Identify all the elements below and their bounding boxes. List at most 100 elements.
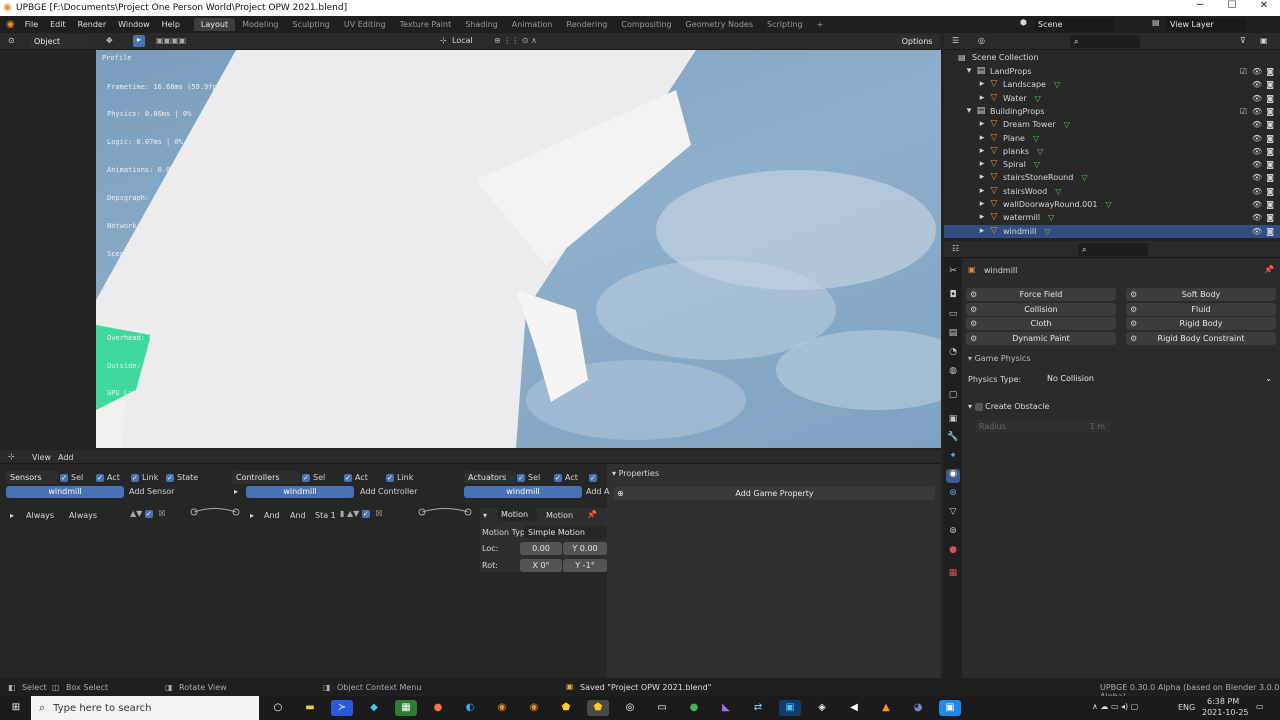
app-icon[interactable]: ◆ bbox=[363, 700, 385, 716]
physics-fluid-button[interactable]: ⚙ Fluid bbox=[1126, 302, 1276, 316]
editor-type-icon[interactable]: ⊙ bbox=[8, 36, 15, 45]
sensor-link-wire[interactable] bbox=[190, 505, 240, 519]
create-obstacle-checkbox[interactable] bbox=[974, 402, 983, 411]
render-camera-icon[interactable]: ◙ bbox=[1266, 211, 1274, 224]
visual-studio-icon[interactable]: ◣ bbox=[715, 700, 737, 716]
outliner-collection-row[interactable]: ▾ ▤ LandProps ☑ 👁 ◙ bbox=[944, 65, 1280, 78]
outliner-object-row[interactable]: ▸ ▽ planks ▽ 👁 ◙ bbox=[944, 145, 1280, 158]
expand-arrow-icon[interactable]: ▸ bbox=[976, 145, 988, 158]
app-icon-4[interactable]: ● bbox=[683, 700, 705, 716]
sensors-sel-checkbox[interactable]: ✓ Sel bbox=[60, 473, 83, 482]
app-icon-7[interactable]: ◀ bbox=[843, 700, 865, 716]
visibility-eye-icon[interactable]: 👁 bbox=[1252, 92, 1262, 105]
sensor-type[interactable]: Always bbox=[26, 511, 54, 520]
motion-type-dropdown[interactable]: Simple Motion bbox=[524, 526, 607, 539]
app-icon-2[interactable]: ⬟ bbox=[555, 700, 577, 716]
particles-tab-icon[interactable]: ✦ bbox=[946, 451, 960, 465]
loc-y-field[interactable]: Y 0.00 bbox=[563, 542, 607, 555]
app-icon-3[interactable]: ▭ bbox=[651, 700, 673, 716]
visibility-eye-icon[interactable]: 👁 bbox=[1252, 185, 1262, 198]
taskbar-search-box[interactable]: ⌕ Type here to search bbox=[31, 696, 259, 720]
menu-help[interactable]: Help bbox=[156, 20, 186, 29]
visibility-eye-icon[interactable]: 👁 bbox=[1252, 158, 1262, 171]
visibility-eye-icon[interactable]: 👁 bbox=[1252, 78, 1262, 91]
collection-checkbox[interactable]: ☑ bbox=[1240, 105, 1247, 118]
language-indicator[interactable]: ENG bbox=[1178, 703, 1195, 712]
physics-tab-icon[interactable]: ◉ bbox=[946, 469, 960, 483]
game-physics-panel-toggle[interactable]: ▾ Game Physics bbox=[968, 354, 1031, 363]
expand-arrow-icon[interactable]: ▸ bbox=[976, 78, 988, 91]
render-camera-icon[interactable]: ◙ bbox=[1266, 185, 1274, 198]
physics-collision-button[interactable]: ⚙ Collision bbox=[966, 302, 1116, 316]
expand-arrow-icon[interactable]: ▸ bbox=[976, 211, 988, 224]
object-tab-icon[interactable]: ▣ bbox=[946, 414, 960, 428]
physics-rigid-body-button[interactable]: ⚙ Rigid Body bbox=[1126, 317, 1276, 331]
mesh-data-icon[interactable]: ▽ bbox=[1035, 92, 1041, 105]
expand-arrow-icon[interactable]: ▸ bbox=[976, 132, 988, 145]
mesh-data-icon[interactable]: ▽ bbox=[1034, 158, 1040, 171]
expand-arrow-icon[interactable]: ▸ bbox=[976, 171, 988, 184]
orientation-selector[interactable]: Local bbox=[452, 36, 473, 45]
outliner-object-row[interactable]: ▸ ▽ watermill ▽ 👁 ◙ bbox=[944, 211, 1280, 224]
texture-tab-icon[interactable]: ▦ bbox=[946, 568, 960, 582]
outliner-object-row[interactable]: ▸ ▽ Spiral ▽ 👁 ◙ bbox=[944, 158, 1280, 171]
outliner-object-row[interactable]: ▸ ▽ Dream Tower ▽ 👁 ◙ bbox=[944, 118, 1280, 131]
spreadsheet-icon[interactable]: ▦ bbox=[395, 700, 417, 716]
view-layer-selector[interactable]: View Layer bbox=[1166, 18, 1246, 31]
outliner-collection-row[interactable]: ▾ ▤ BuildingProps ☑ 👁 ◙ bbox=[944, 105, 1280, 118]
actuators-act-checkbox[interactable]: ✓ Act bbox=[554, 473, 578, 482]
edge-icon[interactable]: ◐ bbox=[459, 700, 481, 716]
render-camera-icon[interactable]: ◙ bbox=[1266, 158, 1274, 171]
properties-panel-toggle[interactable]: ▾ Properties bbox=[612, 469, 659, 478]
actuators-dropdown[interactable]: Actuators bbox=[464, 471, 516, 484]
cortana-icon[interactable]: ○ bbox=[267, 700, 289, 716]
display-mode-icon[interactable]: ◎ bbox=[978, 36, 985, 45]
controller-type[interactable]: And bbox=[264, 511, 280, 520]
render-camera-icon[interactable]: ◙ bbox=[1266, 78, 1274, 91]
clock-date[interactable]: 2021-10-25 bbox=[1202, 708, 1249, 717]
close-button[interactable]: ✕ bbox=[1248, 0, 1280, 16]
render-camera-icon[interactable]: ◙ bbox=[1266, 171, 1274, 184]
outliner-object-row[interactable]: ▸ ▽ stairsStoneRound ▽ 👁 ◙ bbox=[944, 171, 1280, 184]
render-camera-icon[interactable]: ◙ bbox=[1266, 118, 1274, 131]
create-obstacle-panel[interactable]: ▾ Create Obstacle bbox=[968, 402, 1049, 411]
mesh-data-icon[interactable]: ▽ bbox=[1054, 78, 1060, 91]
filter-icon[interactable]: ⊽ bbox=[1240, 36, 1246, 45]
powershell-icon[interactable]: ≻ bbox=[331, 700, 353, 716]
blender-icon-2[interactable]: ◉ bbox=[523, 700, 545, 716]
tab-rendering[interactable]: Rendering bbox=[560, 18, 615, 31]
file-explorer-icon[interactable]: ▬ bbox=[299, 700, 321, 716]
outliner-object-row[interactable]: ▸ ▽ Water ▽ 👁 ◙ bbox=[944, 92, 1280, 105]
minimize-button[interactable]: ─ bbox=[1184, 0, 1216, 16]
sensor-name[interactable]: Always bbox=[69, 511, 97, 520]
controller-name[interactable]: And bbox=[290, 511, 306, 520]
menu-render[interactable]: Render bbox=[72, 20, 112, 29]
actuator-pin-icon[interactable]: 📌 bbox=[587, 510, 597, 519]
loc-x-field[interactable]: 0.00 bbox=[520, 542, 562, 555]
scene-tab-icon[interactable]: ◔ bbox=[946, 347, 960, 361]
transform-icon[interactable]: ✥ bbox=[106, 36, 113, 45]
add-actuator-dropdown[interactable]: Add A bbox=[586, 487, 610, 496]
rot-y-field[interactable]: Y -1° bbox=[563, 559, 607, 572]
tab-scripting[interactable]: Scripting bbox=[760, 18, 810, 31]
tray-icons[interactable]: ∧ ☁ ▭ ◂) ▢ bbox=[1092, 702, 1138, 711]
visibility-eye-icon[interactable]: 👁 bbox=[1252, 145, 1262, 158]
notifications-icon[interactable]: ▭ bbox=[1256, 702, 1264, 711]
render-tab-icon[interactable]: ◘ bbox=[946, 290, 960, 304]
expand-arrow-icon[interactable]: ▸ bbox=[976, 92, 988, 105]
render-camera-icon[interactable]: ◙ bbox=[1266, 145, 1274, 158]
vlc-icon[interactable]: ▲ bbox=[875, 700, 897, 716]
collection-tab-icon[interactable]: ▢ bbox=[946, 390, 960, 404]
mesh-data-icon[interactable]: ▽ bbox=[1105, 198, 1111, 211]
tab-shading[interactable]: Shading bbox=[458, 18, 505, 31]
outliner-object-row[interactable]: ▸ ▽ wallDoorwayRound.001 ▽ 👁 ◙ bbox=[944, 198, 1280, 211]
constraints-tab-icon[interactable]: ⊛ bbox=[946, 488, 960, 502]
tab-modeling[interactable]: Modeling bbox=[235, 18, 285, 31]
visibility-eye-icon[interactable]: 👁 bbox=[1252, 225, 1262, 238]
logic-menu-view[interactable]: View bbox=[32, 453, 51, 462]
output-tab-icon[interactable]: ▭ bbox=[946, 309, 960, 323]
blender-menu-icon[interactable]: ◉ bbox=[6, 19, 15, 30]
tab-layout[interactable]: Layout bbox=[193, 18, 236, 31]
upbge-icon[interactable]: ⬟ bbox=[587, 700, 609, 716]
actuators-sel-checkbox[interactable]: ✓ Sel bbox=[517, 473, 540, 482]
